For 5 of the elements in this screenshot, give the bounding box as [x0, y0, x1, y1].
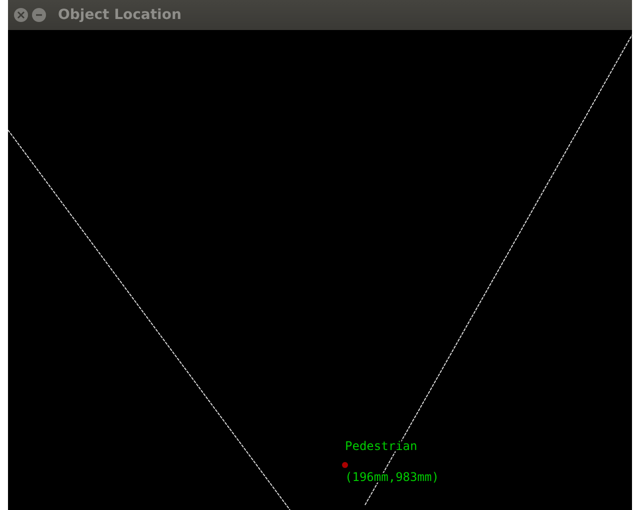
minimize-button[interactable]: [32, 8, 46, 22]
object-coordinates: (196mm,983mm): [345, 470, 439, 484]
window-title: Object Location: [58, 7, 182, 23]
close-button[interactable]: [14, 8, 28, 22]
close-icon: [17, 11, 25, 19]
